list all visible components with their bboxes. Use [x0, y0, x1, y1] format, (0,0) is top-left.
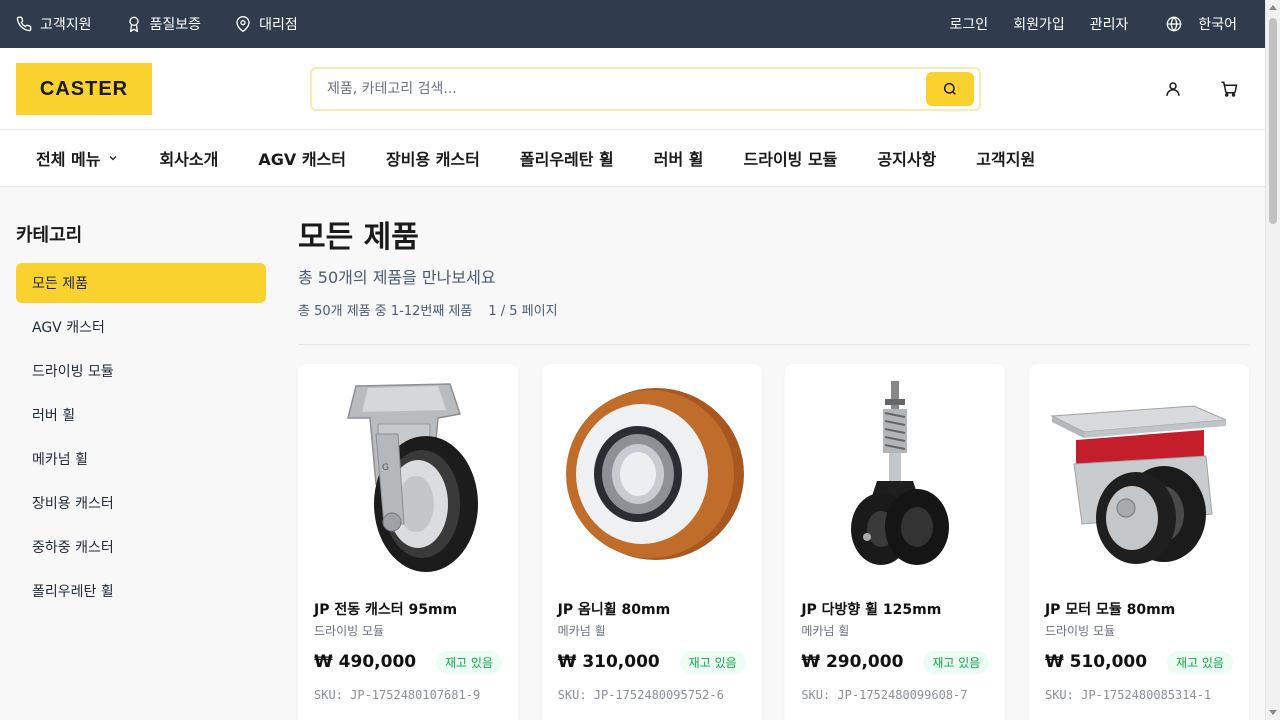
nav-support[interactable]: 고객지원: [976, 146, 1035, 170]
nav-rubber-wheel[interactable]: 러버 휠: [654, 146, 704, 170]
product-card[interactable]: JP 모터 모듈 80mm 드라이빙 모듈 ₩ 510,000 재고 있음 SK…: [1028, 364, 1249, 720]
product-image[interactable]: G: [298, 364, 518, 584]
product-price: ₩ 310,000: [557, 652, 660, 672]
product-sku: SKU: JP-1752480095752-6: [557, 688, 724, 702]
nav-all-menu-label: 전체 메뉴: [36, 150, 101, 169]
nav-driving-module[interactable]: 드라이빙 모듈: [744, 146, 838, 170]
product-name[interactable]: JP 옴니휠 80mm: [558, 599, 671, 619]
top-utility-bar: 고객지원 품질보증 대리점 로그인 회원가입 관리자 한국어: [0, 0, 1265, 48]
award-icon: [128, 16, 139, 32]
product-name[interactable]: JP 모터 모듈 80mm: [1045, 599, 1175, 619]
product-price: ₩ 490,000: [314, 652, 417, 672]
product-listing-header: 모든 제품 총 50개의 제품을 만나보세요 총 50개 제품 중 1-12번째…: [298, 187, 1249, 345]
chevron-down-icon: [110, 156, 117, 161]
nav-equipment-caster[interactable]: 장비용 캐스터: [386, 146, 480, 170]
nav-agv-caster[interactable]: AGV 캐스터: [258, 146, 346, 170]
search-button[interactable]: [926, 72, 974, 106]
sidebar-item-rubber-wheel[interactable]: 러버 휠: [16, 395, 266, 435]
product-image[interactable]: [1029, 364, 1249, 584]
stock-badge: 재고 있음: [679, 651, 746, 674]
scrollbar-thumb[interactable]: [1269, 18, 1277, 224]
product-category: 메카넘 휠: [801, 624, 850, 638]
product-name[interactable]: JP 다방향 휠 125mm: [801, 599, 941, 619]
site-logo[interactable]: CASTER: [16, 63, 152, 115]
nav-all-menu[interactable]: 전체 메뉴: [36, 146, 119, 170]
product-price: ₩ 290,000: [801, 652, 904, 672]
globe-icon: [1167, 16, 1182, 32]
dealer-label: 대리점: [259, 17, 298, 33]
login-link[interactable]: 로그인: [950, 14, 989, 34]
scroll-up-arrow-icon[interactable]: [1269, 5, 1277, 10]
stock-badge: 재고 있음: [923, 651, 990, 674]
product-sku: SKU: JP-1752480099608-7: [801, 688, 968, 702]
product-category: 드라이빙 모듈: [1044, 624, 1116, 638]
nav-notice[interactable]: 공지사항: [877, 146, 936, 170]
search-input[interactable]: [312, 69, 922, 109]
site-header: CASTER: [0, 48, 1265, 130]
category-sidebar: 카테고리 모든 제품 AGV 캐스터 드라이빙 모듈 러버 휠 메카넘 휠 장비…: [16, 187, 266, 615]
sidebar-item-agv-caster[interactable]: AGV 캐스터: [16, 307, 266, 347]
quality-link[interactable]: 품질보증: [126, 14, 202, 34]
product-card[interactable]: G JP 전동 캐스터 95mm 드라이빙 모듈 ₩ 490,000 재고 있음…: [298, 364, 518, 720]
sidebar-item-equipment-caster[interactable]: 장비용 캐스터: [16, 483, 266, 523]
sidebar-item-mecanum-wheel[interactable]: 메카넘 휠: [16, 439, 266, 479]
support-label: 고객지원: [40, 17, 92, 33]
stock-badge: 재고 있음: [436, 651, 502, 674]
main-navigation: 전체 메뉴 회사소개 AGV 캐스터 장비용 캐스터 폴리우레탄 휠 러버 휠 …: [0, 130, 1265, 187]
phone-icon: [16, 16, 32, 32]
search-bar: [310, 67, 981, 111]
quality-label: 품질보증: [149, 17, 202, 33]
product-grid: G JP 전동 캐스터 95mm 드라이빙 모듈 ₩ 490,000 재고 있음…: [298, 364, 1249, 720]
sidebar-item-heavy-caster[interactable]: 중하중 캐스터: [16, 527, 266, 567]
search-icon: [943, 82, 956, 95]
page-scrollbar[interactable]: [1265, 0, 1280, 720]
product-card[interactable]: JP 다방향 휠 125mm 메카넘 휠 ₩ 290,000 재고 있음 SKU…: [785, 364, 1006, 720]
page-subtitle: 총 50개의 제품을 만나보세요: [298, 268, 496, 287]
result-summary: 총 50개 제품 중 1-12번째 제품 1 / 5 페이지: [298, 300, 1249, 319]
scroll-down-arrow-icon[interactable]: [1269, 710, 1277, 715]
sidebar-item-all-products[interactable]: 모든 제품: [16, 263, 266, 303]
product-price: ₩ 510,000: [1044, 652, 1148, 672]
map-pin-icon: [236, 16, 250, 32]
divider: [298, 344, 1249, 345]
svg-text:G: G: [382, 463, 389, 473]
nav-polyurethane-wheel[interactable]: 폴리우레탄 휠: [520, 146, 614, 170]
product-sku: SKU: JP-1752480107681-9: [314, 688, 481, 702]
cart-icon[interactable]: [1220, 80, 1238, 98]
stock-badge: 재고 있음: [1166, 651, 1233, 674]
signup-link[interactable]: 회원가입: [1013, 14, 1065, 34]
language-label: 한국어: [1198, 17, 1237, 33]
page-indicator: 1 / 5 페이지: [488, 304, 558, 319]
sidebar-item-driving-module[interactable]: 드라이빙 모듈: [16, 351, 266, 391]
result-count: 총 50개 제품 중 1-12번째 제품: [298, 304, 473, 319]
product-category: 드라이빙 모듈: [314, 624, 385, 638]
admin-link[interactable]: 관리자: [1090, 14, 1129, 34]
dealer-link[interactable]: 대리점: [235, 14, 298, 34]
product-image[interactable]: [542, 364, 762, 584]
user-icon[interactable]: [1164, 80, 1182, 98]
support-link[interactable]: 고객지원: [16, 14, 92, 34]
product-image[interactable]: [785, 364, 1005, 584]
language-selector[interactable]: 한국어: [1166, 14, 1237, 34]
product-name[interactable]: JP 전동 캐스터 95mm: [314, 599, 457, 619]
sidebar-item-polyurethane-wheel[interactable]: 폴리우레탄 휠: [16, 571, 266, 611]
product-card[interactable]: JP 옴니휠 80mm 메카넘 휠 ₩ 310,000 재고 있음 SKU: J…: [541, 364, 762, 720]
product-sku: SKU: JP-1752480085314-1: [1044, 688, 1212, 702]
sidebar-title: 카테고리: [16, 225, 83, 246]
nav-company[interactable]: 회사소개: [159, 146, 218, 170]
product-category: 메카넘 휠: [557, 624, 606, 638]
page-title: 모든 제품: [298, 220, 419, 255]
